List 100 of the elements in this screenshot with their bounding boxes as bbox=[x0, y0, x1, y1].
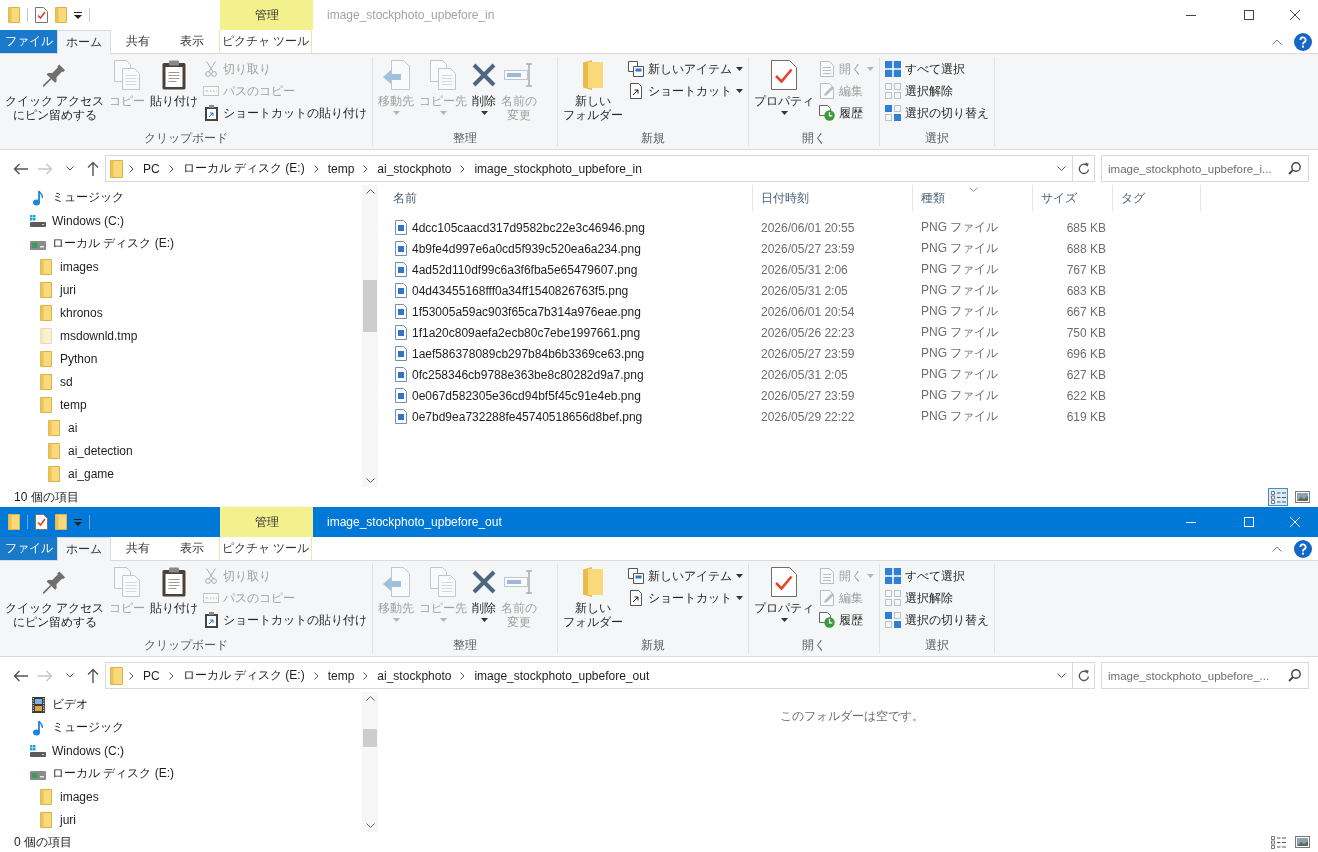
nav-item[interactable]: temp bbox=[38, 393, 89, 416]
ribbon-button[interactable]: 選択の切り替え bbox=[883, 102, 992, 124]
ribbon-button[interactable]: 削除 bbox=[470, 57, 499, 115]
search-icon[interactable] bbox=[1288, 162, 1301, 175]
nav-item[interactable]: ai_detection bbox=[46, 439, 135, 462]
file-name[interactable]: 4dcc105caacd317d9582bc22e3c46946.png bbox=[412, 220, 645, 235]
column-header[interactable]: サイズ bbox=[1033, 185, 1113, 211]
breadcrumb[interactable]: PC bbox=[140, 158, 163, 179]
nav-item[interactable]: ai bbox=[46, 416, 80, 439]
nav-item[interactable]: Python bbox=[38, 347, 100, 370]
file-name[interactable]: 0e067d582305e36cd94bf5f45c91e4eb.png bbox=[412, 388, 641, 403]
ribbon-button[interactable]: すべて選択 bbox=[883, 565, 992, 587]
ribbon-button[interactable]: すべて選択 bbox=[883, 58, 992, 80]
file-name[interactable]: 0fc258346cb9788e363be8c80282d9a7.png bbox=[412, 367, 644, 382]
search-input[interactable]: image_stockphoto_upbefore_i... bbox=[1108, 158, 1285, 179]
nav-item[interactable]: msdownld.tmp bbox=[38, 324, 140, 347]
ribbon-button[interactable]: 削除 bbox=[470, 564, 499, 622]
scroll-thumb[interactable] bbox=[363, 280, 377, 332]
nav-item[interactable]: ビデオ bbox=[30, 693, 90, 716]
breadcrumb[interactable]: image_stockphoto_upbefore_out bbox=[471, 665, 653, 686]
ribbon-button[interactable]: クイック アクセス にピン留めする bbox=[3, 57, 107, 122]
breadcrumb[interactable]: ai_stockphoto bbox=[374, 158, 455, 179]
nav-item[interactable]: Windows (C:) bbox=[30, 739, 126, 762]
breadcrumb[interactable]: temp bbox=[324, 158, 358, 179]
ribbon-tab[interactable]: ピクチャ ツール bbox=[219, 30, 312, 53]
breadcrumb[interactable]: PC bbox=[140, 665, 163, 686]
nav-item[interactable]: juri bbox=[38, 278, 78, 301]
chevron-down-icon[interactable] bbox=[1057, 166, 1066, 171]
breadcrumb[interactable]: ローカル ディスク (E:) bbox=[179, 158, 308, 179]
ribbon-button[interactable]: ショートカットの貼り付け bbox=[201, 609, 370, 631]
file-menu-tab[interactable]: ファイル bbox=[0, 30, 57, 53]
search-icon[interactable] bbox=[1288, 669, 1301, 682]
ribbon-button[interactable]: 新しい フォルダー bbox=[561, 57, 626, 122]
ribbon-button[interactable]: プロパティ bbox=[752, 57, 817, 115]
nav-item[interactable]: ローカル ディスク (E:) bbox=[30, 232, 176, 255]
text-cursor-icon bbox=[504, 63, 535, 87]
file-menu-tab[interactable]: ファイル bbox=[0, 537, 57, 560]
nav-item[interactable]: Windows (C:) bbox=[30, 209, 126, 232]
ribbon-button[interactable]: プロパティ bbox=[752, 564, 817, 622]
ribbon-button[interactable]: 選択解除 bbox=[883, 80, 992, 102]
chevron-down-icon[interactable] bbox=[1057, 673, 1066, 678]
ribbon-button[interactable]: 新しい フォルダー bbox=[561, 564, 626, 629]
file-date: 2026/05/29 22:22 bbox=[761, 409, 855, 424]
nav-item[interactable]: ミュージック bbox=[30, 716, 126, 739]
search-field[interactable]: image_stockphoto_upbefore_i... bbox=[1101, 155, 1309, 182]
breadcrumb[interactable]: ローカル ディスク (E:) bbox=[179, 665, 308, 686]
ribbon-button[interactable]: 履歴 bbox=[817, 609, 877, 631]
scroll-thumb[interactable] bbox=[363, 729, 377, 747]
chevron-up-icon[interactable] bbox=[1272, 545, 1282, 552]
help-icon[interactable] bbox=[1294, 32, 1312, 51]
caret-down-icon[interactable] bbox=[74, 11, 82, 19]
pages-icon bbox=[430, 60, 457, 90]
ribbon-button[interactable]: 新しいアイテム bbox=[626, 565, 746, 587]
help-icon[interactable] bbox=[1294, 539, 1312, 558]
nav-item[interactable]: images bbox=[38, 255, 101, 278]
file-name[interactable]: 0e7bd9ea732288fe45740518656d8bef.png bbox=[412, 409, 643, 424]
scrollbar[interactable] bbox=[362, 692, 378, 832]
column-header[interactable]: タグ bbox=[1113, 185, 1201, 211]
column-header[interactable]: 名前 bbox=[385, 185, 753, 211]
chevron-up-icon[interactable] bbox=[1272, 38, 1282, 45]
file-name[interactable]: 1f53005a59ac903f65ca7b314a976eae.png bbox=[412, 304, 641, 319]
nav-item[interactable]: images bbox=[38, 785, 101, 808]
file-name[interactable]: 1aef586378089cb297b84b6b3369ce63.png bbox=[412, 346, 645, 361]
ribbon-button[interactable]: 履歴 bbox=[817, 102, 877, 124]
large-icons-view-button[interactable] bbox=[1292, 488, 1312, 506]
ribbon-button[interactable]: 選択解除 bbox=[883, 587, 992, 609]
nav-item[interactable]: ミュージック bbox=[30, 186, 126, 209]
details-view-button[interactable] bbox=[1268, 488, 1288, 506]
file-name[interactable]: 04d43455168fff0a34ff1540826763f5.png bbox=[412, 283, 629, 298]
ribbon-tab[interactable]: ピクチャ ツール bbox=[219, 537, 312, 560]
nav-item[interactable]: ローカル ディスク (E:) bbox=[30, 762, 176, 785]
column-header[interactable]: 種類 bbox=[913, 185, 1033, 211]
nav-item[interactable]: juri bbox=[38, 808, 78, 831]
ribbon-tab[interactable]: ホーム bbox=[57, 30, 111, 54]
breadcrumb[interactable]: temp bbox=[324, 665, 358, 686]
ribbon-button[interactable]: ショートカット bbox=[626, 587, 746, 609]
breadcrumb[interactable]: image_stockphoto_upbefore_in bbox=[471, 158, 645, 179]
ribbon-button[interactable]: 貼り付け bbox=[148, 564, 201, 615]
search-input[interactable]: image_stockphoto_upbefore_... bbox=[1108, 665, 1285, 686]
ribbon-button[interactable]: 選択の切り替え bbox=[883, 609, 992, 631]
ribbon-button[interactable]: 新しいアイテム bbox=[626, 58, 746, 80]
breadcrumb[interactable]: ai_stockphoto bbox=[374, 665, 455, 686]
address-bar[interactable]: PC ローカル ディスク (E:) temp ai_stockphoto image_stockphoto_upbefore_out bbox=[105, 662, 1095, 689]
search-field[interactable]: image_stockphoto_upbefore_... bbox=[1101, 662, 1309, 689]
nav-item[interactable]: sd bbox=[38, 370, 75, 393]
details-view-button[interactable] bbox=[1268, 833, 1288, 851]
ribbon-button[interactable]: ショートカットの貼り付け bbox=[201, 102, 370, 124]
file-name[interactable]: 4ad52d110df99c6a3f6fba5e65479607.png bbox=[412, 262, 638, 277]
nav-item[interactable]: ai_game bbox=[46, 462, 117, 485]
address-bar[interactable]: PC ローカル ディスク (E:) temp ai_stockphoto image_stockphoto_upbefore_in bbox=[105, 155, 1095, 182]
nav-item[interactable]: khronos bbox=[38, 301, 105, 324]
large-icons-view-button[interactable] bbox=[1292, 833, 1312, 851]
column-header[interactable]: 日付時刻 bbox=[753, 185, 913, 211]
ribbon-button[interactable]: ショートカット bbox=[626, 80, 746, 102]
ribbon-tab[interactable]: ホーム bbox=[57, 537, 111, 561]
file-name[interactable]: 4b9fe4d997e6a0cd5f939c520ea6a234.png bbox=[412, 241, 641, 256]
file-name[interactable]: 1f1a20c809aefa2ecb80c7ebe1997661.png bbox=[412, 325, 641, 340]
scrollbar[interactable] bbox=[362, 185, 378, 487]
ribbon-button[interactable]: 貼り付け bbox=[148, 57, 201, 108]
ribbon-button[interactable]: クイック アクセス にピン留めする bbox=[3, 564, 107, 629]
